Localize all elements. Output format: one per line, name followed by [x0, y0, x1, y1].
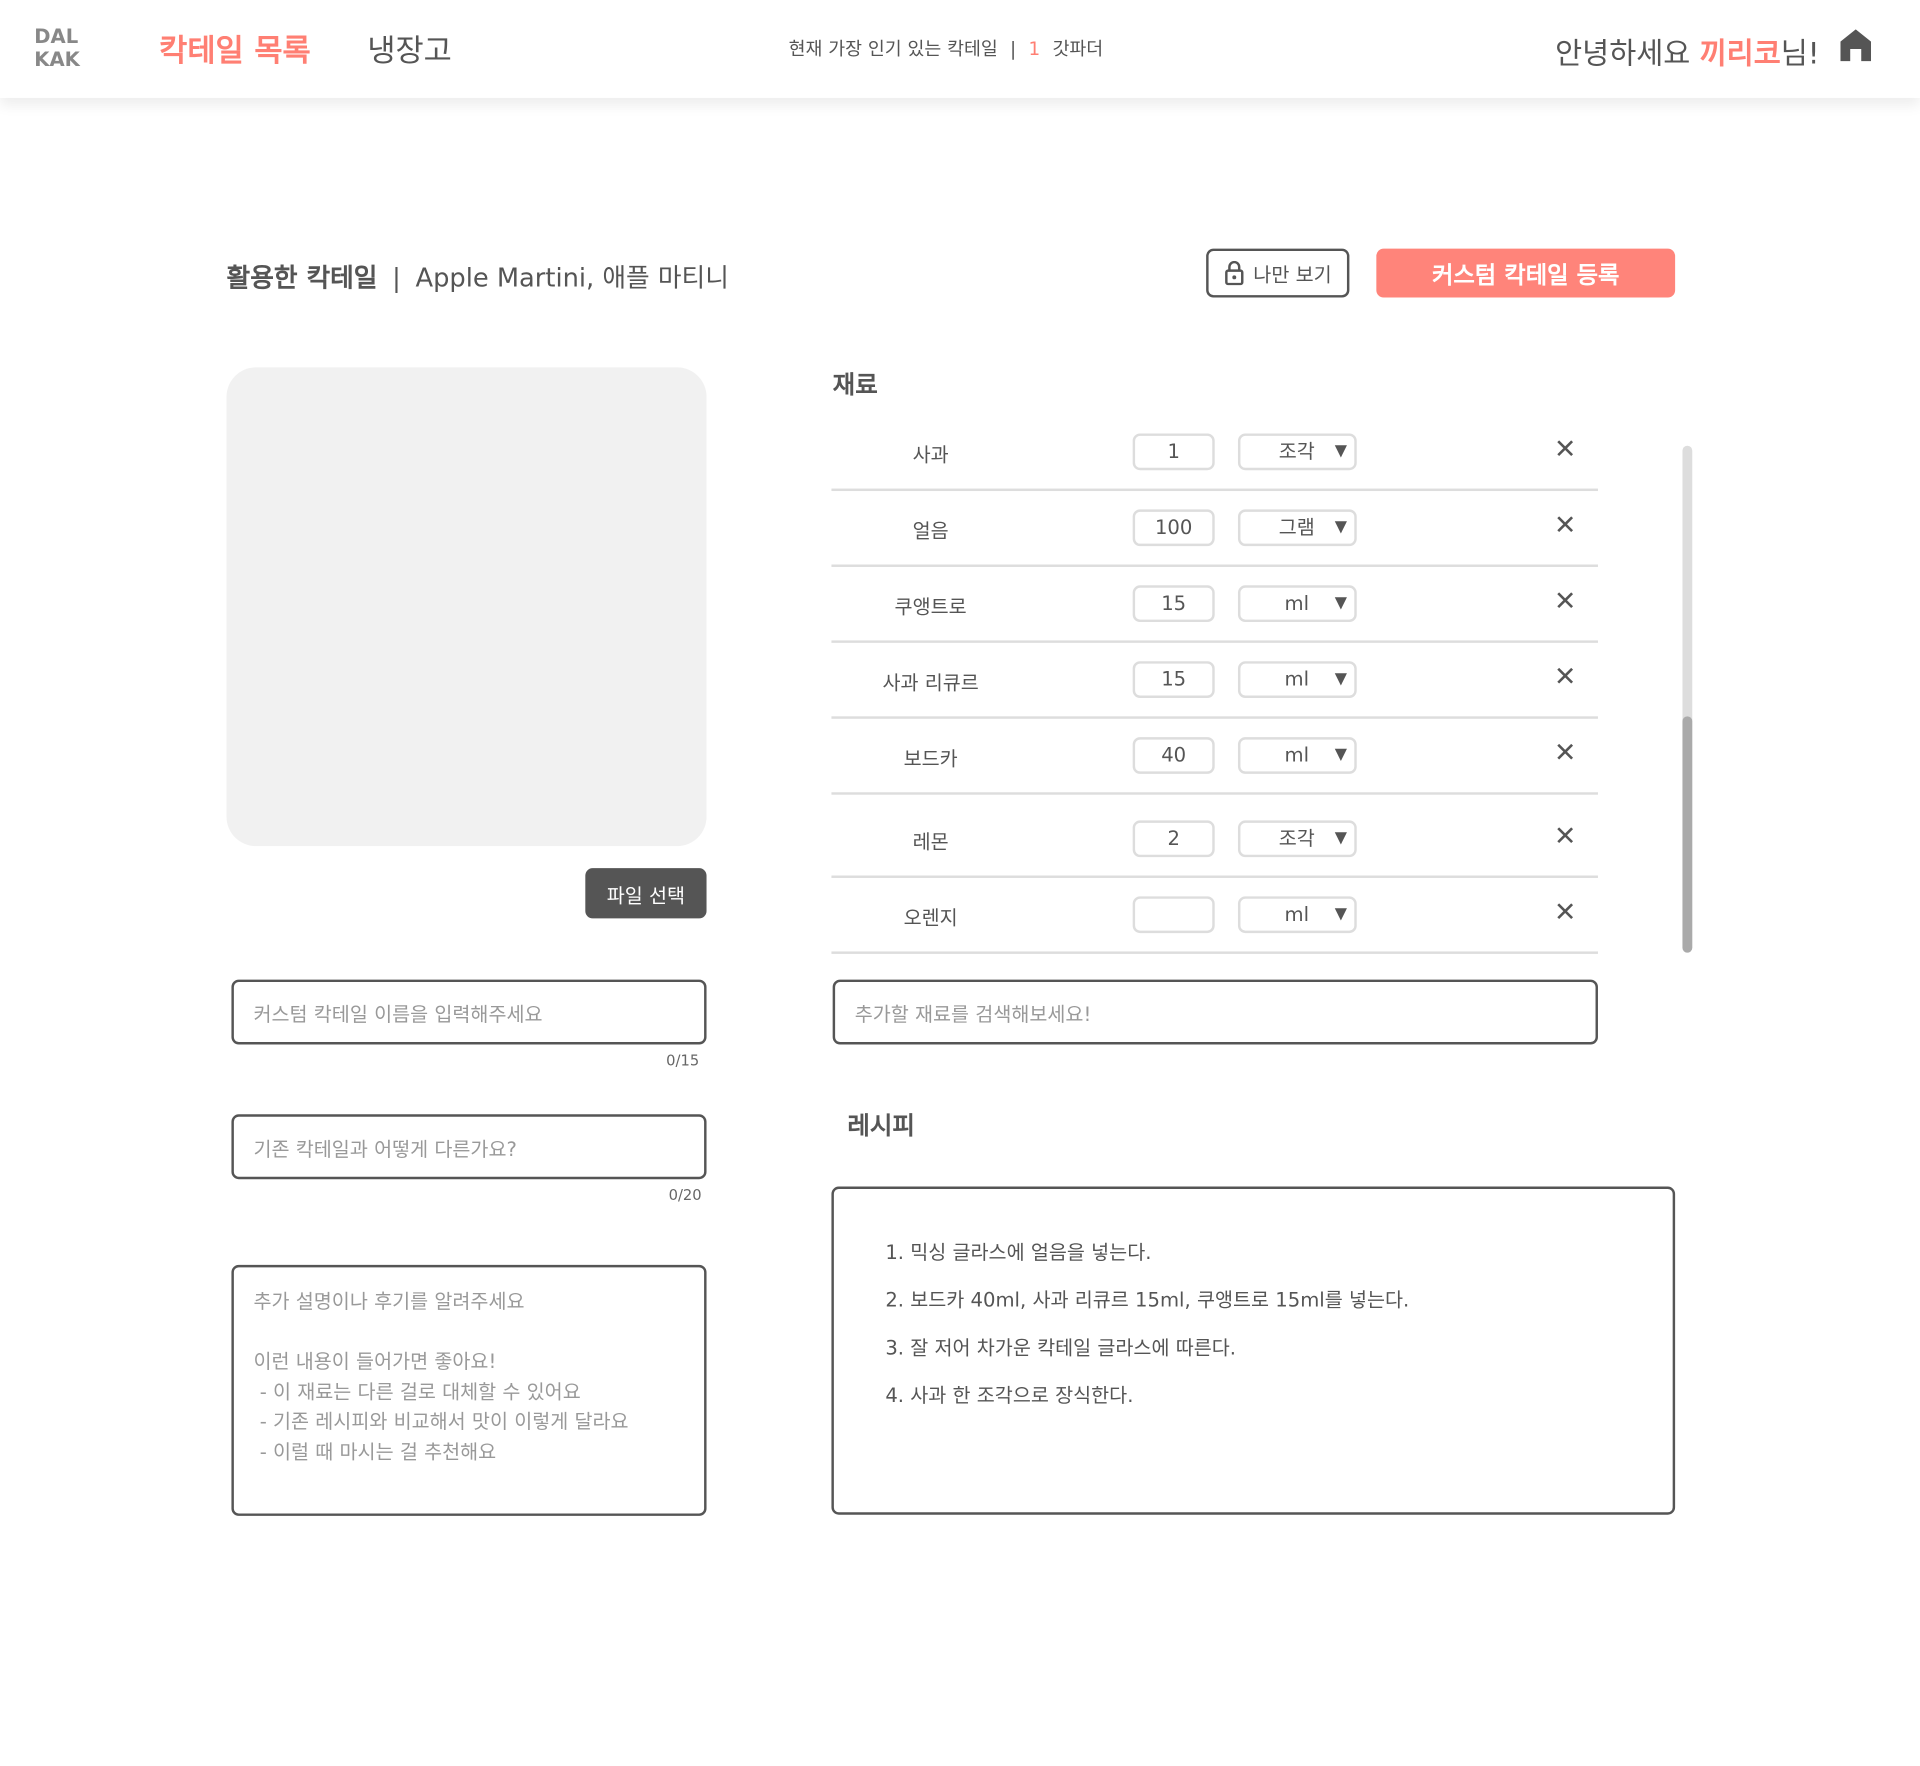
dropdown-arrow-icon: ▼: [1334, 442, 1347, 461]
base-cocktail-name: Apple Martini, 애플 마티니: [415, 263, 729, 293]
recipe-step: 1. 믹싱 글라스에 얼음을 넣는다.: [885, 1240, 1152, 1264]
divider: |: [1010, 37, 1017, 61]
logo[interactable]: DAL KAK: [34, 24, 80, 71]
ingredient-row: 오렌지 ml ▼ ✕: [831, 878, 1598, 954]
placeholder-line: - 기존 레시피와 비교해서 맛이 이렇게 달라요: [253, 1409, 629, 1433]
remove-ingredient-icon[interactable]: ✕: [1554, 511, 1577, 542]
greeting-suffix: 님!: [1780, 36, 1820, 72]
image-preview: [226, 367, 707, 847]
register-custom-cocktail-button[interactable]: 커스텀 칵테일 등록: [1376, 248, 1676, 298]
ingredient-row: 얼음 100 그램 ▼ ✕: [831, 491, 1598, 567]
logo-line-2: KAK: [34, 47, 80, 72]
remove-ingredient-icon[interactable]: ✕: [1554, 822, 1577, 853]
cocktail-name-input[interactable]: 커스텀 칵테일 이름을 입력해주세요: [231, 979, 707, 1045]
title-separator: |: [392, 263, 401, 293]
private-toggle-button[interactable]: 나만 보기: [1206, 248, 1350, 298]
quantity-input[interactable]: 100: [1132, 509, 1215, 547]
popular-label: 현재 가장 인기 있는 칵테일: [788, 37, 998, 61]
ingredient-row: 사과 리큐르 15 ml ▼ ✕: [831, 643, 1598, 719]
greeting: 안녕하세요 끼리코님!: [1555, 29, 1819, 72]
remove-ingredient-icon[interactable]: ✕: [1554, 435, 1577, 466]
difference-char-counter: 0/20: [668, 1186, 702, 1204]
quantity-input[interactable]: 2: [1132, 820, 1215, 858]
ingredient-name: 사과: [912, 443, 949, 467]
unit-select[interactable]: ml ▼: [1237, 737, 1357, 774]
unit-select[interactable]: 조각 ▼: [1237, 433, 1357, 471]
greeting-prefix: 안녕하세요: [1555, 36, 1700, 72]
placeholder-line: 이런 내용이 들어가면 좋아요!: [253, 1349, 497, 1373]
home-icon[interactable]: [1840, 29, 1872, 66]
ingredient-row: 쿠앵트로 15 ml ▼ ✕: [831, 567, 1598, 643]
ingredient-name: 사과 리큐르: [882, 671, 979, 695]
dropdown-arrow-icon: ▼: [1334, 593, 1347, 613]
ingredient-name: 얼음: [912, 519, 949, 543]
placeholder-line: - 이 재료는 다른 걸로 대체할 수 있어요: [253, 1379, 581, 1403]
ingredient-name: 오렌지: [903, 906, 958, 930]
top-nav-bar: DAL KAK 칵테일 목록 냉장고 현재 가장 인기 있는 칵테일 | 1 갓파더 안…: [0, 0, 1920, 98]
user-name: 끼리코: [1699, 36, 1781, 72]
unit-select[interactable]: ml ▼: [1237, 896, 1357, 934]
remove-ingredient-icon[interactable]: ✕: [1554, 587, 1577, 618]
recipe-step: 2. 보드카 40ml, 사과 리큐르 15ml, 쿠앵트로 15ml를 넣는다…: [885, 1288, 1410, 1312]
remove-ingredient-icon[interactable]: ✕: [1554, 738, 1577, 769]
recipe-box[interactable]: 1. 믹싱 글라스에 얼음을 넣는다. 2. 보드카 40ml, 사과 리큐르 …: [831, 1186, 1676, 1515]
name-char-counter: 0/15: [666, 1051, 700, 1069]
quantity-input[interactable]: 15: [1132, 661, 1215, 698]
popular-name: 갓파더: [1052, 37, 1104, 61]
remove-ingredient-icon[interactable]: ✕: [1554, 662, 1577, 693]
logo-line-1: DAL: [34, 24, 79, 48]
placeholder-line: 추가 설명이나 후기를 알려주세요: [253, 1289, 525, 1313]
nav-fridge[interactable]: 냉장고: [367, 27, 452, 71]
private-label: 나만 보기: [1253, 263, 1332, 287]
recipe-heading: 레시피: [847, 1110, 915, 1141]
remove-ingredient-icon[interactable]: ✕: [1554, 898, 1577, 929]
lock-icon: [1224, 260, 1243, 286]
unit-select[interactable]: ml ▼: [1237, 585, 1357, 623]
quantity-input[interactable]: [1132, 896, 1215, 934]
nav-cocktail-list[interactable]: 칵테일 목록: [159, 27, 310, 71]
ingredient-search-input[interactable]: 추가할 재료를 검색해보세요!: [832, 979, 1598, 1045]
ingredient-row: 보드카 40 ml ▼ ✕: [831, 719, 1598, 795]
ingredient-row: 사과 1 조각 ▼ ✕: [831, 414, 1598, 492]
popular-cocktail-ticker[interactable]: 현재 가장 인기 있는 칵테일 | 1 갓파더: [789, 36, 1104, 62]
difference-input[interactable]: 기존 칵테일과 어떻게 다른가요?: [231, 1114, 707, 1180]
popular-rank: 1: [1028, 37, 1041, 61]
recipe-step: 4. 사과 한 조각으로 장식한다.: [885, 1383, 1134, 1407]
page-title: 활용한 칵테일 | Apple Martini, 애플 마티니: [227, 258, 729, 295]
recipe-step: 3. 잘 저어 차가운 칵테일 글라스에 따른다.: [885, 1335, 1236, 1360]
ingredient-name: 레몬: [912, 830, 949, 854]
quantity-input[interactable]: 1: [1132, 433, 1215, 471]
placeholder-line: - 이럴 때 마시는 걸 추천해요: [253, 1439, 497, 1463]
description-textarea[interactable]: 추가 설명이나 후기를 알려주세요 이런 내용이 들어가면 좋아요! - 이 재…: [231, 1264, 707, 1516]
dropdown-arrow-icon: ▼: [1334, 828, 1347, 848]
dropdown-arrow-icon: ▼: [1334, 904, 1347, 924]
ingredient-name: 쿠앵트로: [894, 595, 967, 619]
file-select-button[interactable]: 파일 선택: [585, 868, 707, 919]
title-label: 활용한 칵테일: [226, 263, 378, 293]
dropdown-arrow-icon: ▼: [1334, 745, 1347, 765]
quantity-input[interactable]: 15: [1132, 585, 1215, 623]
dropdown-arrow-icon: ▼: [1334, 669, 1347, 689]
dropdown-arrow-icon: ▼: [1334, 517, 1347, 537]
ingredient-name: 보드카: [903, 746, 958, 771]
ingredient-row: 레몬 2 조각 ▼ ✕: [831, 795, 1598, 878]
unit-select[interactable]: ml ▼: [1237, 661, 1357, 698]
unit-select[interactable]: 조각 ▼: [1237, 820, 1357, 858]
ingredients-heading: 재료: [832, 369, 878, 400]
quantity-input[interactable]: 40: [1132, 737, 1215, 774]
scrollbar-thumb[interactable]: [1682, 716, 1693, 953]
unit-select[interactable]: 그램 ▼: [1237, 509, 1357, 547]
